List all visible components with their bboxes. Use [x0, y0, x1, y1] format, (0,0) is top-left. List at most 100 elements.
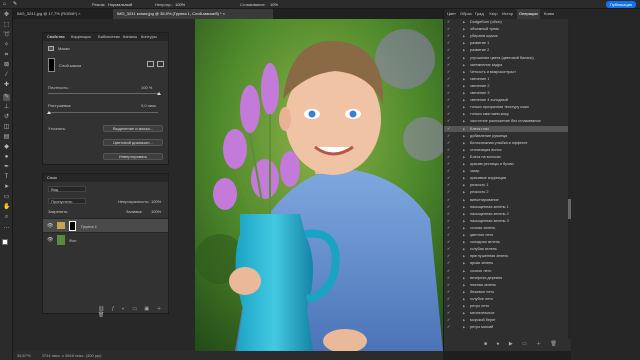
mask-thumbnail[interactable] [48, 58, 55, 72]
action-item[interactable]: ✓ ▶ развитие 2 [444, 47, 568, 53]
tab-gradients[interactable]: Град [475, 9, 484, 19]
check-icon[interactable]: ✓ [447, 133, 452, 139]
expand-arrow-icon[interactable]: ▶ [463, 168, 465, 174]
action-item[interactable]: ✓ ▶ свечение 4 холодный [444, 97, 568, 103]
expand-arrow-icon[interactable]: ▶ [463, 76, 465, 82]
action-item[interactable]: ✓ ▶ убираем шумок [444, 33, 568, 39]
expand-arrow-icon[interactable]: ▶ [463, 296, 465, 302]
eraser-icon[interactable]: ◫ [3, 124, 10, 131]
check-icon[interactable]: ✓ [447, 111, 452, 117]
check-icon[interactable]: ✓ [447, 83, 452, 89]
action-item[interactable]: ✓ ▶ только смягчаем кожу [444, 111, 568, 117]
group-mask-thumbnail[interactable] [69, 221, 76, 231]
expand-arrow-icon[interactable]: ▶ [463, 197, 465, 203]
check-icon[interactable]: ✓ [447, 232, 452, 238]
expand-arrow-icon[interactable]: ▶ [463, 275, 465, 281]
check-icon[interactable]: ✓ [447, 40, 452, 46]
check-icon[interactable]: ✓ [447, 303, 452, 309]
density-slider[interactable] [48, 93, 158, 94]
blend-mode-select[interactable]: Пропустить [48, 198, 86, 204]
expand-arrow-icon[interactable]: ▶ [463, 218, 465, 224]
action-item[interactable]: ✓ ▶ загар [444, 168, 568, 174]
color-range-button[interactable]: Цветовой диапазон... [103, 139, 163, 146]
expand-arrow-icon[interactable]: ▶ [463, 33, 465, 39]
action-item[interactable]: ✓ ▶ Блеск глаз [444, 125, 568, 132]
expand-arrow-icon[interactable]: ▶ [463, 90, 465, 96]
brush-tool-icon[interactable]: ✎ [13, 0, 17, 8]
expand-arrow-icon[interactable]: ▶ [463, 303, 465, 309]
foreground-color-swatch[interactable] [2, 239, 8, 245]
expand-arrow-icon[interactable]: ▶ [463, 268, 465, 274]
action-item[interactable]: ✓ ▶ свечение 3 [444, 90, 568, 96]
invert-button[interactable]: Инвертировать [103, 153, 163, 160]
check-icon[interactable]: ✓ [447, 19, 452, 25]
type-tool-icon[interactable]: T [3, 174, 10, 181]
check-icon[interactable]: ✓ [447, 140, 452, 146]
expand-arrow-icon[interactable]: ▶ [463, 140, 465, 146]
check-icon[interactable]: ✓ [447, 154, 452, 160]
expand-arrow-icon[interactable]: ▶ [463, 126, 465, 132]
action-item[interactable]: ✓ ▶ холодная зелень [444, 239, 568, 245]
eyedropper-icon[interactable]: ⁄ [3, 72, 10, 79]
expand-arrow-icon[interactable]: ▶ [463, 118, 465, 124]
check-icon[interactable]: ✓ [447, 161, 452, 167]
expand-arrow-icon[interactable]: ▶ [463, 211, 465, 217]
check-icon[interactable]: ✓ [447, 104, 452, 110]
action-item[interactable]: ✓ ▶ улучшение цвета (цветовой баланс) [444, 55, 568, 61]
check-icon[interactable]: ✓ [447, 33, 452, 39]
tab-adjustments[interactable]: Коррекция [71, 33, 91, 41]
action-item[interactable]: ✓ ▶ морской берег [444, 317, 568, 323]
tab-document-2[interactable]: IMG_3241 копия.jpg @ 36,9% (Группа 1, Сл… [113, 9, 273, 19]
action-item[interactable]: ✓ ▶ голубая зелень [444, 246, 568, 252]
path-select-icon[interactable]: ➤ [3, 184, 10, 191]
action-item[interactable]: ✓ ▶ вечерняя деревня [444, 275, 568, 281]
expand-arrow-icon[interactable]: ▶ [463, 47, 465, 53]
dodge-icon[interactable]: ● [3, 154, 10, 161]
expand-arrow-icon[interactable]: ▶ [463, 225, 465, 231]
action-item[interactable]: ✓ ▶ резкость 1 [444, 182, 568, 188]
action-item[interactable]: ✓ ▶ DodgeBurn (обыч) [444, 19, 568, 25]
expand-arrow-icon[interactable]: ▶ [463, 133, 465, 139]
action-item[interactable]: ✓ ▶ частотное разложение без сглаживания [444, 118, 568, 124]
frame-tool-icon[interactable]: ⊠ [3, 62, 10, 69]
check-icon[interactable]: ✓ [447, 47, 452, 53]
action-item[interactable]: ✓ ▶ насыщенная зелень 1 [444, 204, 568, 210]
action-item[interactable]: ✓ ▶ ретро лето [444, 303, 568, 309]
expand-arrow-icon[interactable]: ▶ [463, 40, 465, 46]
layer-row-background[interactable]: 👁 Фон [43, 232, 168, 246]
tab-paths[interactable]: Контуры [141, 33, 157, 41]
check-icon[interactable]: ✓ [447, 310, 452, 316]
actions-footer-icons[interactable]: ■ ● ▶ ▭ ＋ 🗑 [484, 340, 561, 347]
expand-arrow-icon[interactable]: ▶ [463, 253, 465, 259]
action-item[interactable]: ✓ ▶ красивые коррекции [444, 175, 568, 181]
blur-icon[interactable]: ◆ [3, 144, 10, 151]
mode-select[interactable]: Нормальный [108, 0, 132, 8]
expand-arrow-icon[interactable]: ▶ [463, 289, 465, 295]
check-icon[interactable]: ✓ [447, 289, 452, 295]
expand-arrow-icon[interactable]: ▶ [463, 260, 465, 266]
expand-arrow-icon[interactable]: ▶ [463, 317, 465, 323]
select-pixel-mask-icon[interactable] [147, 61, 154, 67]
move-tool-icon[interactable]: ✥ [3, 12, 10, 19]
layer-filter-select[interactable]: Вид [48, 186, 86, 192]
layer-opacity-value[interactable]: 100% [151, 199, 161, 204]
hand-tool-icon[interactable]: ✋ [3, 204, 10, 211]
action-item[interactable]: ✓ ▶ сочная зелень [444, 225, 568, 231]
expand-arrow-icon[interactable]: ▶ [463, 204, 465, 210]
visibility-eye-icon[interactable]: 👁 [47, 237, 53, 243]
tab-history[interactable]: Истор [502, 9, 513, 19]
opacity-input[interactable]: 100% [175, 0, 185, 8]
action-item[interactable]: ✓ ▶ свечение 1 [444, 76, 568, 82]
check-icon[interactable]: ✓ [447, 69, 452, 75]
check-icon[interactable]: ✓ [447, 126, 452, 132]
tab-patterns[interactable]: Узор [489, 9, 498, 19]
action-item[interactable]: ✓ ▶ стилизация волос [444, 147, 568, 153]
tab-channels[interactable]: Каналы [123, 33, 137, 41]
layer-footer-icons[interactable]: ⛓ ƒ ◐ ▭ ▣ ＋ 🗑 [98, 305, 168, 318]
zoom-value[interactable]: 36,87% [17, 353, 31, 358]
check-icon[interactable]: ✓ [447, 147, 452, 153]
expand-arrow-icon[interactable]: ▶ [463, 182, 465, 188]
tab-libraries[interactable]: Библиотеки [98, 33, 120, 41]
layer-row-group[interactable]: 👁 Группа 1 [43, 218, 168, 232]
visibility-eye-icon[interactable]: 👁 [47, 223, 53, 229]
